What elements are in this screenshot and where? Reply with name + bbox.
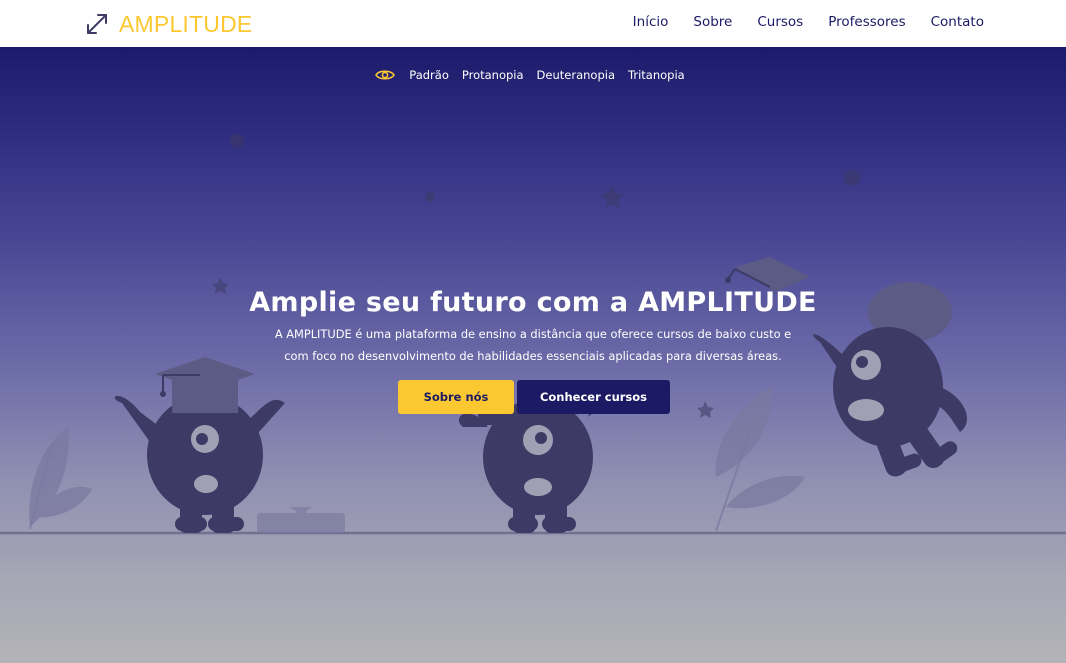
about-button[interactable]: Sobre nós: [398, 380, 514, 414]
filter-deuteranopia[interactable]: Deuteranopia: [537, 68, 615, 82]
hero-section: Padrão Protanopia Deuteranopia Tritanopi…: [0, 47, 1066, 663]
brand-name: AMPLITUDE: [119, 10, 253, 37]
nav-link-cursos[interactable]: Cursos: [757, 14, 803, 30]
filter-padrao[interactable]: Padrão: [409, 68, 449, 82]
courses-button[interactable]: Conhecer cursos: [517, 380, 670, 414]
eye-icon: [374, 70, 395, 80]
main-nav: Início Sobre Cursos Professores Contato: [608, 14, 984, 30]
nav-link-sobre[interactable]: Sobre: [693, 14, 732, 30]
brand-logo[interactable]: AMPLITUDE: [85, 10, 252, 38]
nav-link-contato[interactable]: Contato: [931, 14, 984, 30]
hero-description: A AMPLITUDE é uma plataforma de ensino a…: [274, 327, 792, 363]
hero-title: Amplie seu futuro com a AMPLITUDE: [249, 287, 817, 318]
color-filter-bar: Padrão Protanopia Deuteranopia Tritanopi…: [0, 68, 1066, 82]
nav-link-professores[interactable]: Professores: [828, 14, 905, 30]
expand-arrows-icon: [87, 14, 107, 34]
navbar: AMPLITUDE Início Sobre Cursos Professore…: [0, 0, 1066, 47]
nav-link-inicio[interactable]: Início: [633, 14, 669, 30]
filter-tritanopia[interactable]: Tritanopia: [628, 68, 685, 82]
filter-protanopia[interactable]: Protanopia: [462, 68, 524, 82]
